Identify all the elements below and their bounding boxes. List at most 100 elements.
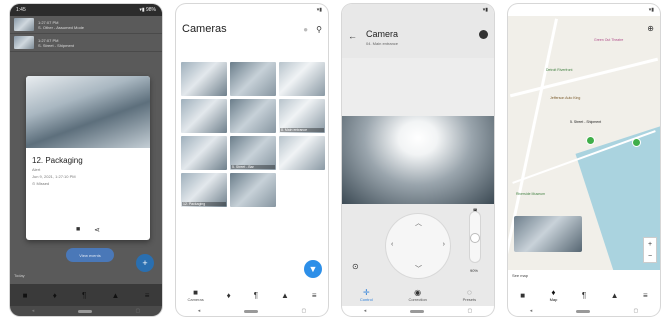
camera-tile[interactable]: 12. Packaging (181, 173, 227, 207)
chevron-right-icon[interactable]: › (443, 241, 445, 248)
camera-marker[interactable] (586, 136, 595, 145)
page-title: Camera (366, 29, 399, 39)
camera-icon[interactable]: ■ (76, 226, 80, 234)
zoom-in-icon[interactable]: + (648, 241, 652, 248)
camera-tile[interactable]: 8. Main entrance (279, 99, 325, 133)
zoom-out-icon[interactable]: − (648, 253, 652, 260)
camera-tile[interactable] (181, 136, 227, 170)
bottom-tabbar: ■ ♦ Map ¶ ▲ ≡ (508, 284, 660, 306)
chevron-down-icon[interactable]: ﹀ (415, 264, 422, 274)
home-pill[interactable] (575, 309, 590, 313)
camera-tile[interactable] (230, 99, 276, 133)
tab-presets[interactable]: ◌ Presets (463, 288, 477, 302)
camera-tile[interactable] (181, 99, 227, 133)
event-detail-sheet: 12. Packaging Alert Jun 9, 2021, 1:27:10… (26, 76, 150, 240)
home-pill[interactable] (77, 309, 92, 313)
filter-fab[interactable]: ▼ (304, 260, 322, 278)
person-icon: ¶ (581, 290, 587, 300)
compass-icon[interactable]: ⊕ (647, 24, 654, 33)
add-fab[interactable]: + (136, 254, 154, 272)
screenshot-stage: 1:45 ▾▮ 98% 1:27:07 PM S. Other - Assume… (0, 0, 671, 320)
system-nav: ◂ ▢ (508, 306, 660, 316)
tab-alerts[interactable]: ▲ (112, 291, 120, 300)
tab-more[interactable]: ≡ (312, 291, 317, 300)
target-icon[interactable]: ⊙ (352, 262, 359, 271)
pin-icon: ♦ (226, 290, 231, 300)
recents-icon[interactable]: ▢ (301, 308, 306, 314)
toggle-icon[interactable]: ● (303, 25, 308, 34)
tab-map[interactable]: ♦ (227, 291, 231, 300)
event-alert: Alert (32, 167, 41, 172)
tab-cameras[interactable]: ■ Cameras (187, 288, 203, 302)
list-item[interactable]: 1:27:07 PM S. Street - Shipment (10, 34, 162, 52)
camera-marker[interactable] (632, 138, 641, 147)
tab-more[interactable]: ≡ (145, 291, 150, 300)
home-pill[interactable] (409, 309, 424, 313)
menu-icon: ≡ (144, 290, 150, 300)
tab-alerts[interactable]: ▲ (611, 291, 619, 300)
battery-icon: ▾▮ 98% (139, 7, 156, 13)
home-pill[interactable] (243, 309, 258, 313)
battery-icon: ▾▮ (482, 7, 488, 13)
live-video[interactable] (342, 116, 494, 204)
event-label: S. Street - Shipment (38, 42, 75, 48)
chevron-left-icon[interactable]: ‹ (391, 241, 393, 248)
map-view[interactable]: Green Out Theatre Detroit Riverfront Jef… (508, 16, 660, 270)
back-icon[interactable]: ◂ (530, 308, 533, 314)
tab-cameras[interactable]: ■ (520, 291, 525, 300)
bell-icon: ▲ (280, 290, 289, 300)
zoom-knob[interactable] (471, 234, 479, 242)
camera-appbar: ← Camera 04. Main entrance (342, 16, 494, 58)
tab-people[interactable]: ¶ (254, 291, 258, 300)
tab-people[interactable]: ¶ (82, 291, 86, 300)
bottom-tabbar: ■ ♦ ¶ ▲ ≡ (10, 284, 162, 306)
camera-tile[interactable]: 5. Street - Bar (230, 136, 276, 170)
search-icon[interactable]: ⚲ (316, 25, 322, 34)
zoom-slider[interactable] (470, 212, 480, 262)
person-icon: ¶ (82, 290, 87, 300)
recents-icon[interactable]: ▢ (135, 308, 140, 314)
back-icon[interactable]: ◂ (198, 308, 201, 314)
status-bar: 1:45 ▾▮ 98% (10, 4, 162, 16)
poi-label[interactable]: Jefferson Auto King (550, 96, 580, 100)
road (509, 57, 659, 98)
map-footer[interactable]: See map (508, 270, 660, 284)
camera-preview[interactable] (514, 216, 582, 252)
tab-alerts[interactable]: ▲ (281, 291, 289, 300)
person-icon: ¶ (253, 290, 258, 300)
tab-map[interactable]: ♦ (53, 291, 57, 300)
camera-tile[interactable] (279, 62, 325, 96)
tab-people[interactable]: ¶ (582, 291, 586, 300)
view-events-button[interactable]: View events (66, 248, 114, 262)
poi-label[interactable]: Detroit Riverfront (546, 68, 572, 72)
tab-map[interactable]: ♦ Map (550, 288, 558, 302)
event-label: S. Other - Assumed Mode (38, 24, 85, 30)
camera-tile[interactable] (279, 136, 325, 170)
phone-cameras: ▾▮ Cameras ● ⚲ 8. Main entrance 5. Stree… (176, 4, 328, 316)
list-item[interactable]: 1:27:07 PM S. Other - Assumed Mode (10, 16, 162, 34)
event-snapshot[interactable] (26, 76, 150, 148)
back-icon[interactable]: ◂ (364, 308, 367, 314)
list-footer: Today (14, 273, 25, 278)
tab-control[interactable]: ✛ Control (360, 288, 373, 302)
tab-more[interactable]: ≡ (643, 291, 648, 300)
ptz-joystick[interactable]: ︿ ﹀ ‹ › (386, 214, 450, 278)
tab-correction[interactable]: ◉ Correction (408, 288, 426, 302)
camera-tile[interactable] (230, 173, 276, 207)
tab-cameras[interactable]: ■ (23, 291, 28, 300)
poi-label[interactable]: Green Out Theatre (594, 38, 623, 42)
poi-label[interactable]: Riverside Museum (516, 192, 545, 196)
back-icon[interactable]: ◂ (32, 308, 35, 314)
share-icon[interactable]: ⋖ (94, 226, 100, 234)
camera-tile[interactable] (181, 62, 227, 96)
more-icon[interactable] (479, 30, 488, 39)
status-bar: ▾▮ (342, 4, 494, 16)
recents-icon[interactable]: ▢ (467, 308, 472, 314)
chevron-up-icon[interactable]: ︿ (415, 218, 422, 228)
filter-icon: ▼ (308, 264, 318, 274)
camera-tile[interactable] (230, 62, 276, 96)
recents-icon[interactable]: ▢ (633, 308, 638, 314)
poi-label[interactable]: 5. Street - Shipment (570, 120, 601, 124)
event-title: 12. Packaging (32, 156, 83, 165)
back-arrow-icon[interactable]: ← (348, 31, 357, 41)
